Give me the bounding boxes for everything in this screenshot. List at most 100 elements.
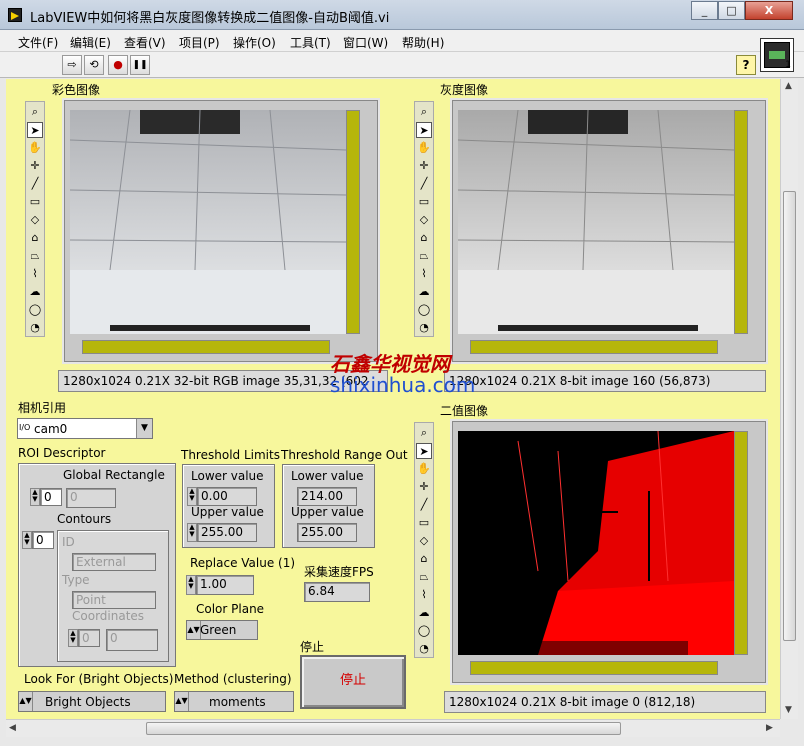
binary-image-vscroll[interactable] bbox=[734, 431, 748, 655]
pan-icon[interactable]: ✋ bbox=[27, 140, 43, 156]
coords-value[interactable]: 0 bbox=[106, 629, 158, 651]
pan-icon[interactable]: ✋ bbox=[416, 140, 432, 156]
tl-lower-spinner[interactable]: ▲ ▼ bbox=[187, 487, 197, 506]
contours-index[interactable]: 0 bbox=[32, 531, 54, 549]
panel-horizontal-scrollbar[interactable]: ◀ ▶ bbox=[6, 719, 780, 737]
polygon-icon[interactable]: ⏢ bbox=[416, 569, 432, 585]
menu-help[interactable]: 帮助(H) bbox=[402, 34, 444, 51]
roi-index[interactable]: 0 bbox=[40, 488, 62, 506]
zoom-icon[interactable]: ⌕ bbox=[27, 104, 43, 120]
menu-tools[interactable]: 工具(T) bbox=[290, 34, 331, 51]
id-value[interactable]: External bbox=[72, 553, 156, 571]
annulus-icon[interactable]: ⌂ bbox=[27, 230, 43, 246]
binary-image-hscroll[interactable] bbox=[470, 661, 718, 675]
rect-icon[interactable]: ▭ bbox=[27, 194, 43, 210]
line-icon[interactable]: ╱ bbox=[416, 497, 432, 513]
freehand-region-icon[interactable]: ☁ bbox=[27, 284, 43, 300]
tl-lower-label: Lower value bbox=[191, 469, 264, 483]
look-for-arrows-icon[interactable]: ▲▼ bbox=[19, 692, 33, 711]
stop-button[interactable]: 停止 bbox=[300, 655, 406, 709]
color-image-vscroll[interactable] bbox=[346, 110, 360, 334]
restore-button[interactable]: □ bbox=[718, 1, 745, 20]
replace-value-spinner[interactable]: ▲ ▼ bbox=[186, 575, 196, 595]
contours-index-spinner[interactable]: ▲ ▼ bbox=[22, 531, 32, 549]
spiral-icon[interactable]: ◔ bbox=[416, 641, 432, 657]
method-arrows-icon[interactable]: ▲▼ bbox=[175, 692, 189, 711]
menu-file[interactable]: 文件(F) bbox=[18, 34, 58, 51]
global-rect-value[interactable]: 0 bbox=[66, 488, 116, 508]
zoom-icon[interactable]: ⌕ bbox=[416, 425, 432, 441]
run-button[interactable]: ⇨ bbox=[62, 55, 82, 75]
context-help-button[interactable]: ? bbox=[736, 55, 756, 75]
scroll-up-icon[interactable]: ▲ bbox=[785, 81, 792, 91]
annulus-icon[interactable]: ⌂ bbox=[416, 551, 432, 567]
gray-image-hscroll[interactable] bbox=[470, 340, 718, 354]
minimize-button[interactable]: _ bbox=[691, 1, 718, 20]
rect-icon[interactable]: ▭ bbox=[416, 194, 432, 210]
tl-upper-spinner[interactable]: ▲ ▼ bbox=[187, 523, 197, 542]
freehand-icon[interactable]: ⌇ bbox=[416, 587, 432, 603]
spiral-icon[interactable]: ◔ bbox=[416, 320, 432, 336]
scroll-right-icon[interactable]: ▶ bbox=[766, 723, 773, 733]
spiral-icon[interactable]: ◔ bbox=[27, 320, 43, 336]
oval-icon[interactable]: ◯ bbox=[416, 302, 432, 318]
look-for-ring[interactable]: ▲▼ Bright Objects bbox=[18, 691, 166, 712]
close-button[interactable]: X bbox=[745, 1, 793, 20]
pointer-icon[interactable]: ➤ bbox=[416, 443, 432, 459]
menu-window[interactable]: 窗口(W) bbox=[343, 34, 388, 51]
pan-icon[interactable]: ✋ bbox=[416, 461, 432, 477]
oval-icon[interactable]: ◯ bbox=[27, 302, 43, 318]
menu-operate[interactable]: 操作(O) bbox=[233, 34, 276, 51]
menu-project[interactable]: 项目(P) bbox=[179, 34, 220, 51]
oval-icon[interactable]: ◯ bbox=[416, 623, 432, 639]
coords-index[interactable]: 0 bbox=[78, 629, 100, 647]
crosshair-icon[interactable]: ✛ bbox=[27, 158, 43, 174]
rotated-rect-icon[interactable]: ◇ bbox=[416, 212, 432, 228]
tl-lower-value[interactable]: 0.00 bbox=[197, 487, 257, 506]
color-image[interactable] bbox=[70, 110, 346, 334]
color-image-hscroll[interactable] bbox=[82, 340, 330, 354]
pointer-icon[interactable]: ➤ bbox=[27, 122, 43, 138]
panel-vertical-scrollbar[interactable]: ▲ ▼ bbox=[780, 79, 798, 719]
run-continuously-button[interactable]: ⟲ bbox=[84, 55, 104, 75]
camera-dropdown-icon[interactable]: ▼ bbox=[136, 419, 152, 438]
pause-button[interactable]: ❚❚ bbox=[130, 55, 150, 75]
menu-edit[interactable]: 编辑(E) bbox=[70, 34, 111, 51]
pointer-icon[interactable]: ➤ bbox=[416, 122, 432, 138]
abort-button[interactable]: ● bbox=[108, 55, 128, 75]
scroll-down-icon[interactable]: ▼ bbox=[785, 705, 792, 715]
gray-image[interactable] bbox=[458, 110, 734, 334]
polygon-icon[interactable]: ⏢ bbox=[27, 248, 43, 264]
freehand-region-icon[interactable]: ☁ bbox=[416, 284, 432, 300]
line-icon[interactable]: ╱ bbox=[27, 176, 43, 192]
line-icon[interactable]: ╱ bbox=[416, 176, 432, 192]
rotated-rect-icon[interactable]: ◇ bbox=[27, 212, 43, 228]
rect-icon[interactable]: ▭ bbox=[416, 515, 432, 531]
gray-image-vscroll[interactable] bbox=[734, 110, 748, 334]
coords-index-spinner[interactable]: ▲ ▼ bbox=[68, 629, 78, 647]
color-plane-ring[interactable]: ▲▼ Green bbox=[186, 620, 258, 640]
freehand-region-icon[interactable]: ☁ bbox=[416, 605, 432, 621]
binary-image[interactable] bbox=[458, 431, 734, 655]
freehand-icon[interactable]: ⌇ bbox=[416, 266, 432, 282]
color-plane-arrows-icon[interactable]: ▲▼ bbox=[187, 621, 201, 639]
polygon-icon[interactable]: ⏢ bbox=[416, 248, 432, 264]
roi-index-spinner[interactable]: ▲ ▼ bbox=[30, 488, 40, 506]
type-value[interactable]: Point bbox=[72, 591, 156, 609]
rotated-rect-icon[interactable]: ◇ bbox=[416, 533, 432, 549]
menu-view[interactable]: 查看(V) bbox=[124, 34, 166, 51]
vertical-scroll-thumb[interactable] bbox=[783, 191, 796, 641]
method-ring[interactable]: ▲▼ moments bbox=[174, 691, 294, 712]
replace-value[interactable]: 1.00 bbox=[196, 575, 254, 595]
crosshair-icon[interactable]: ✛ bbox=[416, 158, 432, 174]
coords-label: Coordinates bbox=[72, 609, 145, 623]
camera-ref-control[interactable]: I/O cam0 ▼ bbox=[17, 418, 153, 439]
annulus-icon[interactable]: ⌂ bbox=[416, 230, 432, 246]
scroll-left-icon[interactable]: ◀ bbox=[9, 723, 16, 733]
threshold-limits-label: Threshold Limits bbox=[181, 448, 280, 462]
freehand-icon[interactable]: ⌇ bbox=[27, 266, 43, 282]
horizontal-scroll-thumb[interactable] bbox=[146, 722, 621, 735]
tl-upper-value[interactable]: 255.00 bbox=[197, 523, 257, 542]
crosshair-icon[interactable]: ✛ bbox=[416, 479, 432, 495]
zoom-icon[interactable]: ⌕ bbox=[416, 104, 432, 120]
